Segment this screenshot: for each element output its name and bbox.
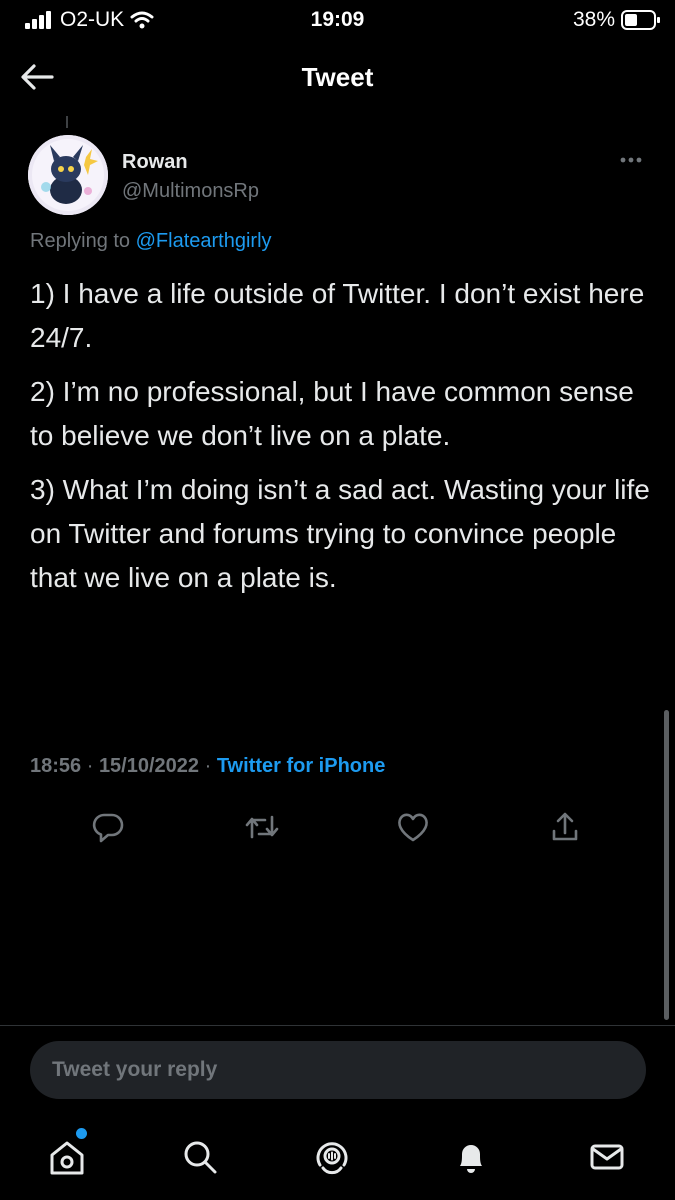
more-dots-icon	[620, 157, 642, 163]
like-button[interactable]	[391, 805, 435, 849]
author-handle[interactable]: @MultimonsRp	[122, 180, 259, 203]
home-icon	[50, 1141, 84, 1175]
retweet-icon	[245, 815, 279, 839]
bell-icon	[460, 1145, 482, 1173]
tab-spaces[interactable]	[307, 1132, 357, 1182]
battery-icon	[621, 10, 660, 30]
replying-mention[interactable]: @Flatearthgirly	[136, 230, 272, 252]
tweet-paragraph: 2) I’m no professional, but I have commo…	[30, 376, 634, 451]
tweet-source[interactable]: Twitter for iPhone	[217, 755, 386, 777]
tweet-time: 18:56	[30, 755, 82, 777]
more-button[interactable]	[614, 150, 648, 170]
tweet-actions	[0, 805, 675, 850]
tweet-paragraph: 1) I have a life outside of Twitter. I d…	[30, 278, 645, 353]
spaces-icon	[316, 1142, 348, 1175]
reply-placeholder: Tweet your reply	[52, 1058, 218, 1081]
tab-search[interactable]	[175, 1132, 225, 1182]
retweet-button[interactable]	[240, 805, 284, 849]
share-icon	[552, 812, 578, 841]
tab-home[interactable]	[42, 1132, 92, 1182]
reply-button[interactable]	[86, 805, 130, 849]
mail-icon	[590, 1144, 624, 1170]
author-name[interactable]: Rowan	[122, 151, 188, 174]
tweet-meta: 18:56 · 15/10/2022 · Twitter for iPhone	[30, 755, 386, 777]
top-nav: Tweet	[0, 50, 675, 105]
search-icon	[184, 1141, 217, 1174]
tweet-text: 1) I have a life outside of Twitter. I d…	[30, 272, 650, 610]
thread-connector	[66, 116, 68, 128]
tweet-paragraph: 3) What I’m doing isn’t a sad act. Wasti…	[30, 474, 650, 593]
replying-to: Replying to @Flatearthgirly	[30, 230, 272, 253]
avatar-image	[28, 135, 108, 215]
reply-input[interactable]: Tweet your reply	[30, 1041, 646, 1099]
tab-messages[interactable]	[582, 1132, 632, 1182]
bottom-tab-bar	[0, 1120, 675, 1200]
tab-notifications[interactable]	[446, 1132, 496, 1182]
page-title: Tweet	[301, 62, 374, 92]
scrollbar[interactable]	[664, 710, 669, 1020]
tweet-date: 15/10/2022	[98, 755, 200, 777]
avatar[interactable]	[28, 135, 108, 215]
battery-info: 38%	[573, 8, 661, 32]
heart-icon	[398, 813, 428, 842]
divider	[0, 1025, 675, 1026]
share-button[interactable]	[543, 805, 587, 849]
reply-icon	[92, 813, 124, 843]
battery-percent: 38%	[572, 8, 615, 31]
replying-prefix: Replying to	[30, 230, 131, 252]
status-bar: O2-UK 19:09 38%	[0, 0, 675, 40]
home-notification-dot	[76, 1128, 87, 1139]
